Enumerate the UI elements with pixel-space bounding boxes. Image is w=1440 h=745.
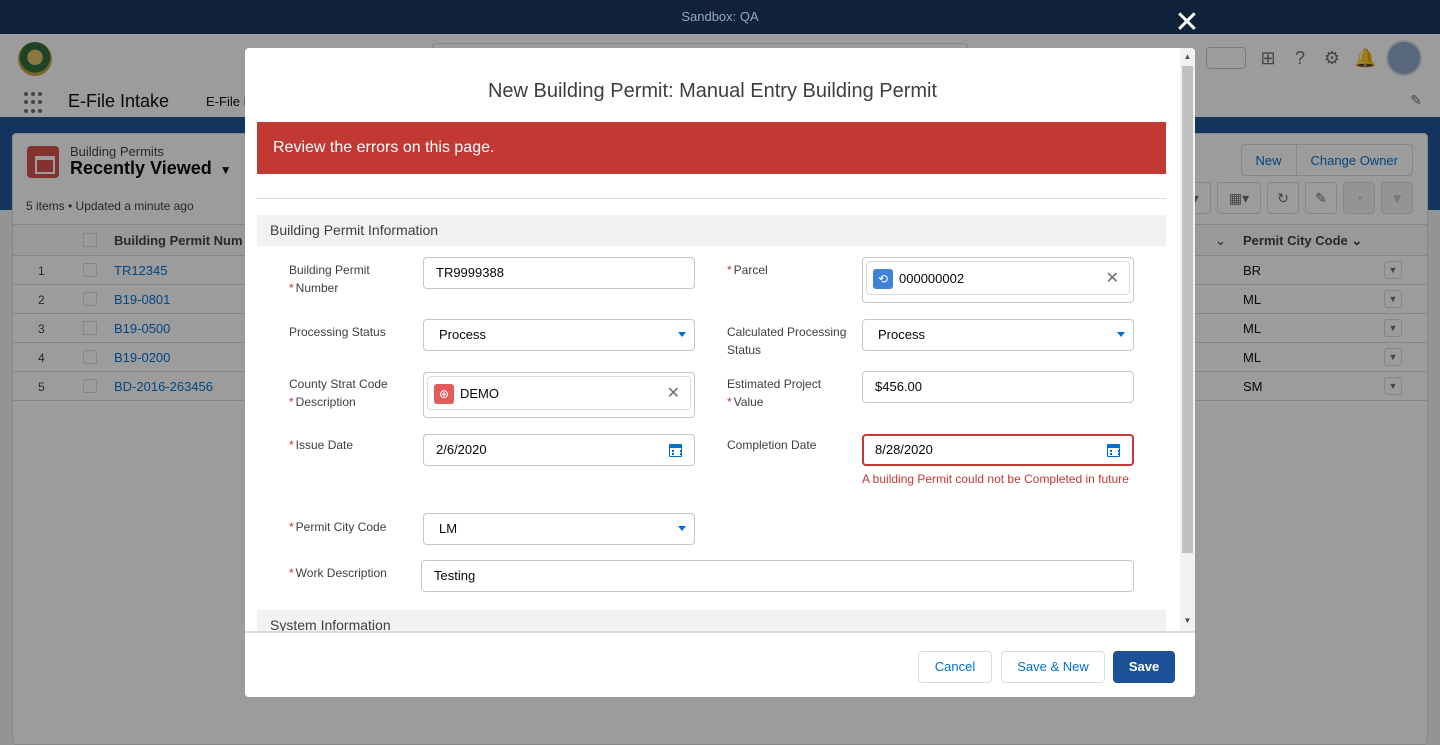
sandbox-label: Sandbox: QA — [681, 9, 759, 24]
new-building-permit-modal: New Building Permit: Manual Entry Buildi… — [245, 48, 1195, 697]
close-icon[interactable]: ✕ — [1106, 268, 1119, 288]
permit-city-code-label: * Permit City Code — [289, 520, 387, 534]
permit-city-code-select[interactable]: LM — [423, 513, 695, 545]
modal-footer: Cancel Save & New Save — [245, 631, 1195, 697]
county-strat-pill[interactable]: ⊕ DEMO ✕ — [427, 376, 691, 410]
modal-body: New Building Permit: Manual Entry Buildi… — [245, 48, 1180, 631]
county-strat-lookup[interactable]: ⊕ DEMO ✕ — [423, 372, 695, 418]
estimated-value-field[interactable]: $456.00 — [862, 371, 1134, 403]
completion-date-error: A building Permit could not be Completed… — [862, 472, 1129, 486]
chevron-down-icon — [678, 526, 686, 531]
calendar-icon[interactable] — [1107, 444, 1120, 457]
county-strat-value: DEMO — [460, 386, 499, 401]
parcel-label: * Parcel — [727, 263, 768, 277]
processing-status-select[interactable]: Process — [423, 319, 695, 351]
modal-scrollbar[interactable]: ▲ ▼ — [1180, 48, 1195, 631]
parcel-value: 000000002 — [899, 271, 965, 286]
close-icon[interactable]: ✕ — [667, 383, 680, 403]
parcel-lookup[interactable]: ⟲ 000000002 ✕ — [862, 257, 1134, 303]
calculated-processing-status-label: Calculated Processing Status — [727, 325, 847, 357]
work-description-field[interactable]: Testing — [421, 560, 1134, 592]
chevron-down-icon — [678, 332, 686, 337]
parcel-icon: ⟲ — [873, 269, 893, 289]
estimated-value-label: Estimated Project * Value — [727, 377, 822, 409]
permit-city-code-value: LM — [439, 521, 458, 536]
issue-date-label: * Issue Date — [289, 438, 354, 452]
calendar-icon[interactable] — [669, 444, 682, 457]
save-button[interactable]: Save — [1113, 651, 1175, 683]
completion-date-label: Completion Date — [727, 438, 817, 452]
scroll-up-icon[interactable]: ▲ — [1180, 52, 1195, 61]
error-banner: Review the errors on this page. — [257, 122, 1166, 174]
calculated-processing-status-value: Process — [878, 327, 925, 342]
divider — [257, 198, 1166, 199]
section-system-information[interactable]: System Information — [257, 610, 1166, 631]
processing-status-value: Process — [439, 327, 486, 342]
permit-number-label: Building Permit * Number — [289, 263, 370, 295]
modal-title: New Building Permit: Manual Entry Buildi… — [487, 80, 938, 102]
county-strat-label: County Strat Code * Description — [289, 377, 388, 409]
completion-date-field[interactable]: 8/28/2020 — [862, 434, 1134, 466]
issue-date-value: 2/6/2020 — [436, 442, 487, 457]
work-description-label: * Work Description — [289, 566, 387, 580]
section-building-permit-information[interactable]: Building Permit Information — [257, 215, 1166, 246]
parcel-pill[interactable]: ⟲ 000000002 ✕ — [866, 261, 1130, 295]
globe-icon: ⊕ — [434, 384, 454, 404]
scroll-thumb[interactable] — [1182, 66, 1193, 553]
permit-number-field[interactable]: TR9999388 — [423, 257, 695, 289]
close-icon[interactable]: ✕ — [1172, 8, 1202, 38]
save-and-new-button[interactable]: Save & New — [1001, 651, 1105, 683]
scroll-down-icon[interactable]: ▼ — [1180, 616, 1195, 625]
cancel-button[interactable]: Cancel — [918, 651, 992, 683]
processing-status-label: Processing Status — [289, 325, 386, 339]
completion-date-value: 8/28/2020 — [875, 442, 933, 457]
chevron-down-icon — [1117, 332, 1125, 337]
calculated-processing-status-select[interactable]: Process — [862, 319, 1134, 351]
issue-date-field[interactable]: 2/6/2020 — [423, 434, 695, 466]
